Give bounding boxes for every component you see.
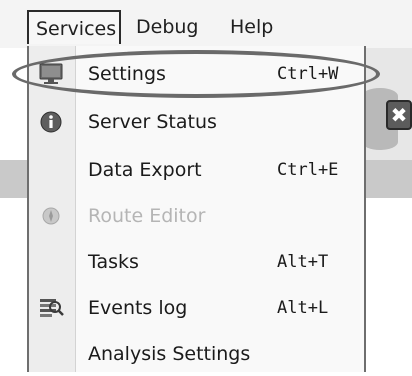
menubar-help[interactable]: Help xyxy=(230,10,273,44)
monitor-icon xyxy=(38,62,64,86)
menu-item-label: Data Export xyxy=(88,159,202,181)
menu-item-label: Analysis Settings xyxy=(88,343,251,365)
menu-item-route-editor[interactable]: Route Editor xyxy=(29,194,364,238)
menu-item-tasks[interactable]: Tasks Alt+T xyxy=(29,240,364,284)
close-icon[interactable]: ✖ xyxy=(386,100,412,130)
menu-item-shortcut: Alt+T xyxy=(277,252,329,272)
menu-item-shortcut: Ctrl+W xyxy=(277,64,339,84)
menubar-debug[interactable]: Debug xyxy=(136,10,198,44)
menu-item-shortcut: Alt+L xyxy=(277,298,329,318)
compass-icon xyxy=(38,204,64,228)
services-dropdown-menu: Settings Ctrl+W Server Status Data Expor… xyxy=(27,46,366,372)
menu-item-label: Route Editor xyxy=(88,205,206,227)
menu-item-analysis-settings[interactable]: Analysis Settings xyxy=(29,332,364,376)
menu-item-events-log[interactable]: Events log Alt+L xyxy=(29,286,364,330)
menu-item-settings[interactable]: Settings Ctrl+W xyxy=(29,52,364,96)
menubar-services[interactable]: Services xyxy=(27,10,121,44)
menu-item-data-export[interactable]: Data Export Ctrl+E xyxy=(29,148,364,192)
log-search-icon xyxy=(38,296,64,320)
menu-item-label: Settings xyxy=(88,63,166,85)
menu-item-label: Events log xyxy=(88,297,188,319)
menu-item-label: Tasks xyxy=(88,251,139,273)
menu-item-shortcut: Ctrl+E xyxy=(277,160,339,180)
menu-bar: Services Debug Help xyxy=(0,0,412,48)
menu-item-label: Server Status xyxy=(88,111,217,133)
menu-item-server-status[interactable]: Server Status xyxy=(29,100,364,144)
info-icon xyxy=(38,110,64,134)
